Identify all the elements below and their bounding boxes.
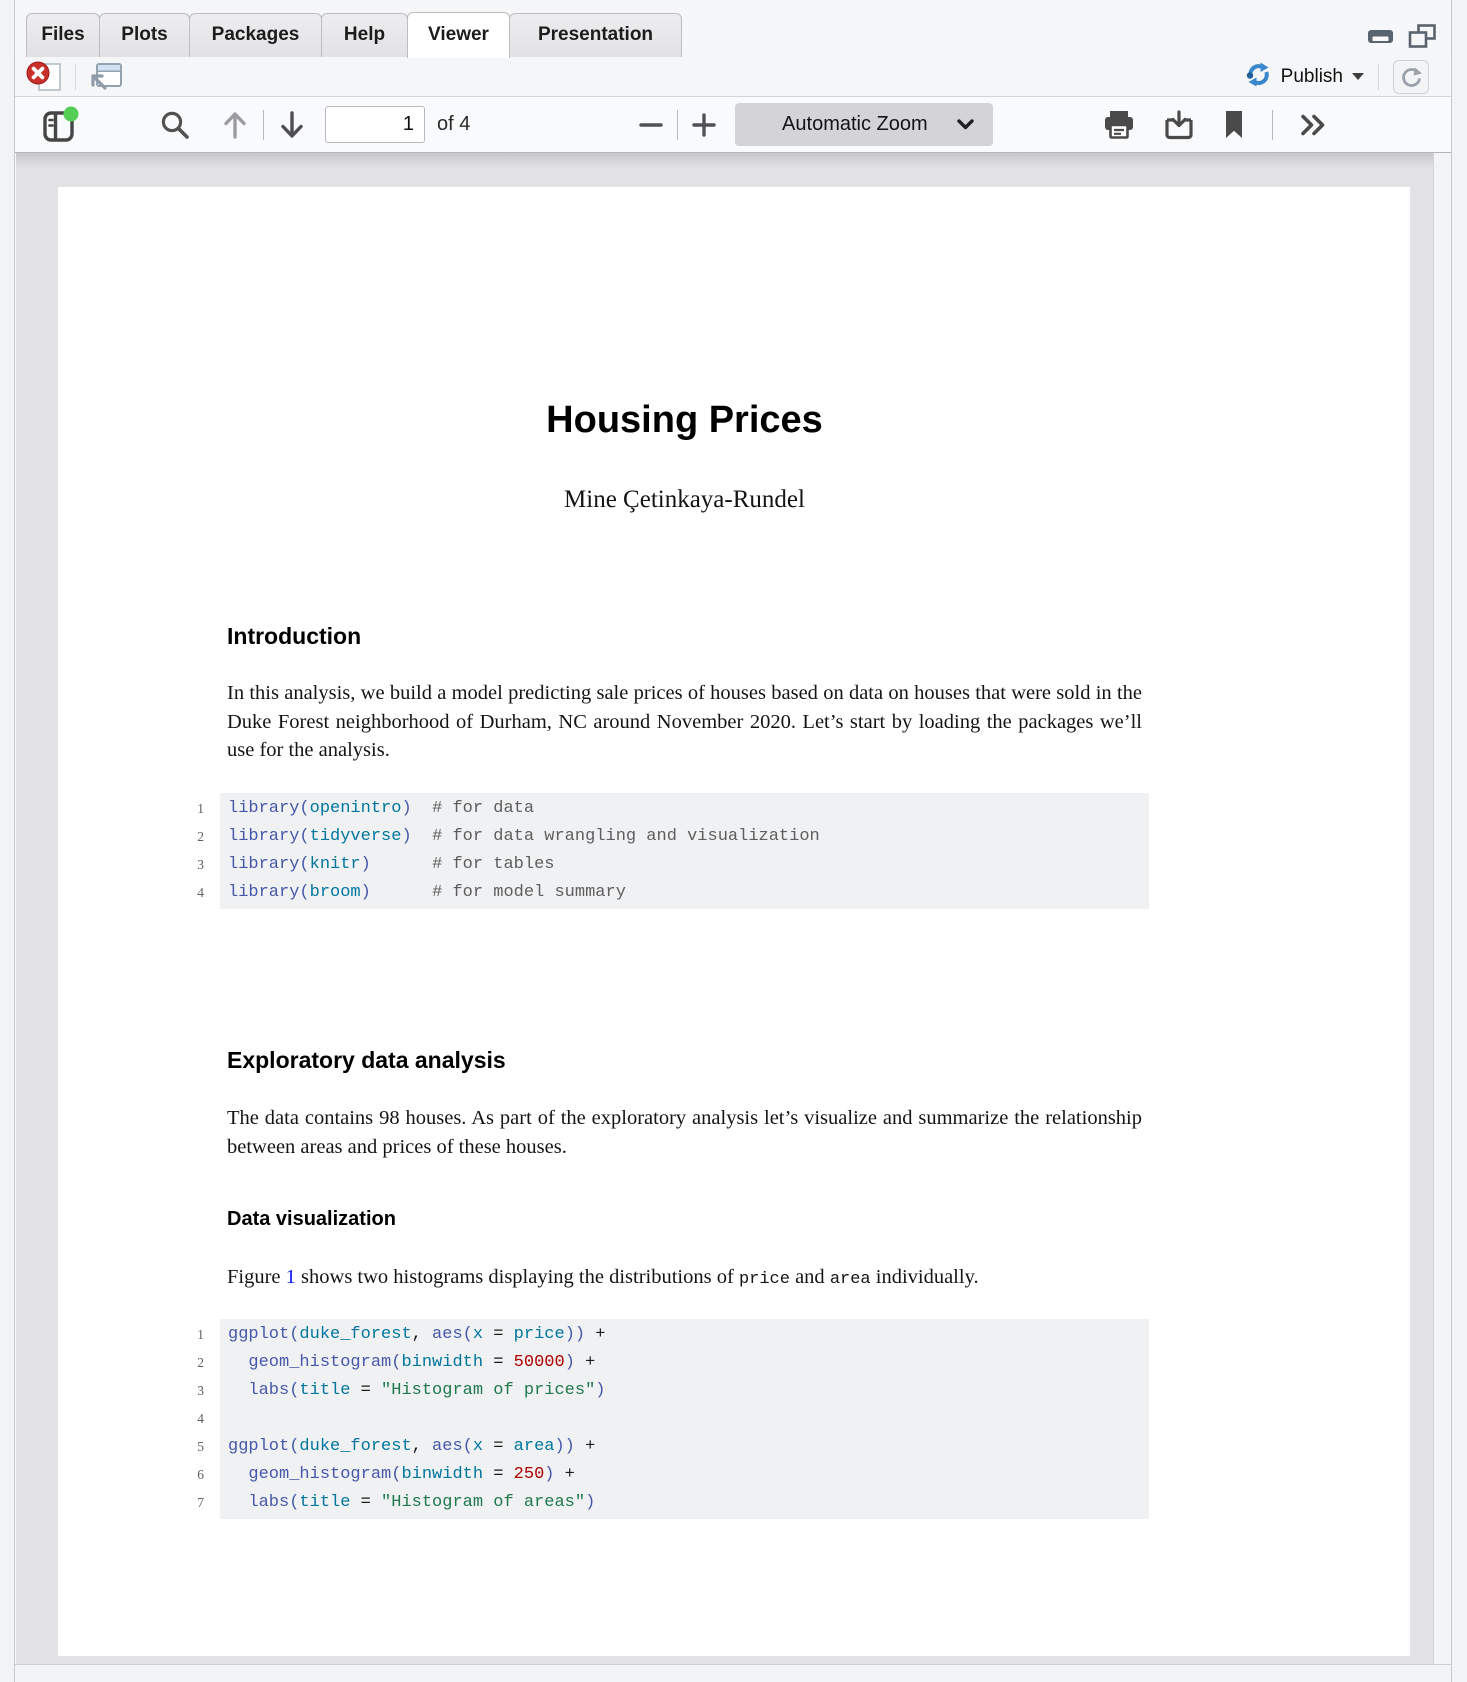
viewer-toolbar: Publish <box>15 57 1451 97</box>
bookmark-icon <box>1222 109 1246 140</box>
viewer-scrollbar-gutter[interactable] <box>1433 153 1451 1665</box>
code-line: 4library(broom) # for model summary <box>220 879 1149 907</box>
tab-plots[interactable]: Plots <box>99 13 190 57</box>
code-line: 2library(tidyverse) # for data wrangling… <box>220 823 1149 851</box>
code-line: 3library(knitr) # for tables <box>220 851 1149 879</box>
code-line: 4 <box>220 1405 1149 1433</box>
page-count-label: of 4 <box>437 113 470 136</box>
pdfbar-divider-2 <box>677 110 678 140</box>
page-number-input[interactable] <box>325 106 425 143</box>
pdf-page: Housing Prices Mine Çetinkaya-Rundel Int… <box>58 187 1410 1656</box>
code-line: 3 labs(title = "Histogram of prices") <box>220 1377 1149 1405</box>
pdfbar-right-group <box>1102 109 1329 141</box>
pdf-viewer-area[interactable]: Housing Prices Mine Çetinkaya-Rundel Int… <box>16 153 1434 1665</box>
code-line: 1ggplot(duke_forest, aes(x = price)) + <box>220 1321 1149 1349</box>
refresh-icon <box>1399 65 1423 89</box>
toolbar2-divider-2 <box>1378 64 1379 90</box>
search-icon <box>159 109 191 141</box>
plus-icon <box>689 110 719 140</box>
maximize-pane-icon[interactable] <box>1408 24 1437 49</box>
zoom-in-button[interactable] <box>689 110 719 140</box>
toolbar2-divider <box>75 64 76 90</box>
pane-window-controls <box>1367 24 1451 57</box>
tab-viewer[interactable]: Viewer <box>407 12 510 58</box>
heading-eda: Exploratory data analysis <box>227 1047 506 1074</box>
code-line: 5ggplot(duke_forest, aes(x = area)) + <box>220 1433 1149 1461</box>
zoom-level-select[interactable]: Automatic Zoom <box>735 103 993 146</box>
publish-button[interactable]: Publish <box>1245 61 1364 93</box>
paragraph-eda: The data contains 98 houses. As part of … <box>227 1104 1142 1161</box>
more-tools-button[interactable] <box>1299 110 1329 140</box>
tab-files[interactable]: Files <box>26 13 100 57</box>
double-chevron-right-icon <box>1299 110 1329 140</box>
download-button[interactable] <box>1162 109 1196 141</box>
pdfbar-divider-1 <box>263 110 264 140</box>
document-title: Housing Prices <box>227 399 1142 442</box>
publish-label: Publish <box>1281 66 1343 88</box>
paragraph-introduction: In this analysis, we build a model predi… <box>227 679 1142 765</box>
print-button[interactable] <box>1102 109 1136 140</box>
sidebar-toggle-icon <box>41 106 79 144</box>
chevron-down-icon <box>956 118 975 131</box>
search-button[interactable] <box>159 109 191 141</box>
pane-frame: Files Plots Packages Help Viewer Present… <box>14 0 1452 1682</box>
viewer-top-shadow <box>16 153 1434 169</box>
next-page-button[interactable] <box>276 106 308 144</box>
heading-data-visualization: Data visualization <box>227 1208 396 1231</box>
download-icon <box>1162 109 1196 141</box>
heading-introduction: Introduction <box>227 623 361 650</box>
sidebar-toggle-button[interactable] <box>41 106 79 144</box>
tab-presentation[interactable]: Presentation <box>509 13 682 57</box>
arrow-up-icon <box>219 106 251 144</box>
publish-icon <box>1245 61 1272 93</box>
pop-out-window-icon[interactable] <box>86 60 124 94</box>
viewer-bottom-strip <box>15 1664 1451 1682</box>
close-viewer-icon[interactable] <box>25 59 65 95</box>
zoom-level-label: Automatic Zoom <box>753 113 956 136</box>
rstudio-viewer-pane: Files Plots Packages Help Viewer Present… <box>0 0 1467 1682</box>
pdf-toolbar: of 4 Automatic Zoom <box>15 97 1451 153</box>
publish-dropdown-caret <box>1352 73 1364 80</box>
document-author: Mine Çetinkaya-Rundel <box>227 486 1142 514</box>
arrow-down-icon <box>276 106 308 144</box>
document-content: Housing Prices Mine Çetinkaya-Rundel Int… <box>227 187 1142 1656</box>
pdfbar-divider-3 <box>1272 110 1273 140</box>
paragraph-figure: Figure 1 shows two histograms displaying… <box>227 1263 1142 1295</box>
code-block-libraries: 1library(openintro) # for data2library(t… <box>220 793 1149 909</box>
code-line: 1library(openintro) # for data <box>220 795 1149 823</box>
pane-tabbar: Files Plots Packages Help Viewer Present… <box>15 12 1451 58</box>
code-line: 7 labs(title = "Histogram of areas") <box>220 1489 1149 1517</box>
minimize-pane-icon[interactable] <box>1367 28 1394 45</box>
code-line: 6 geom_histogram(binwidth = 250) + <box>220 1461 1149 1489</box>
minus-icon <box>636 110 666 140</box>
refresh-viewer-button[interactable] <box>1393 60 1429 94</box>
tab-help[interactable]: Help <box>321 13 408 57</box>
code-line: 2 geom_histogram(binwidth = 50000) + <box>220 1349 1149 1377</box>
code-block-ggplot: 1ggplot(duke_forest, aes(x = price)) +2 … <box>220 1319 1149 1519</box>
zoom-out-button[interactable] <box>636 110 666 140</box>
print-icon <box>1102 109 1136 140</box>
tab-packages[interactable]: Packages <box>189 13 322 57</box>
previous-page-button[interactable] <box>219 106 251 144</box>
bookmark-button[interactable] <box>1222 109 1246 140</box>
